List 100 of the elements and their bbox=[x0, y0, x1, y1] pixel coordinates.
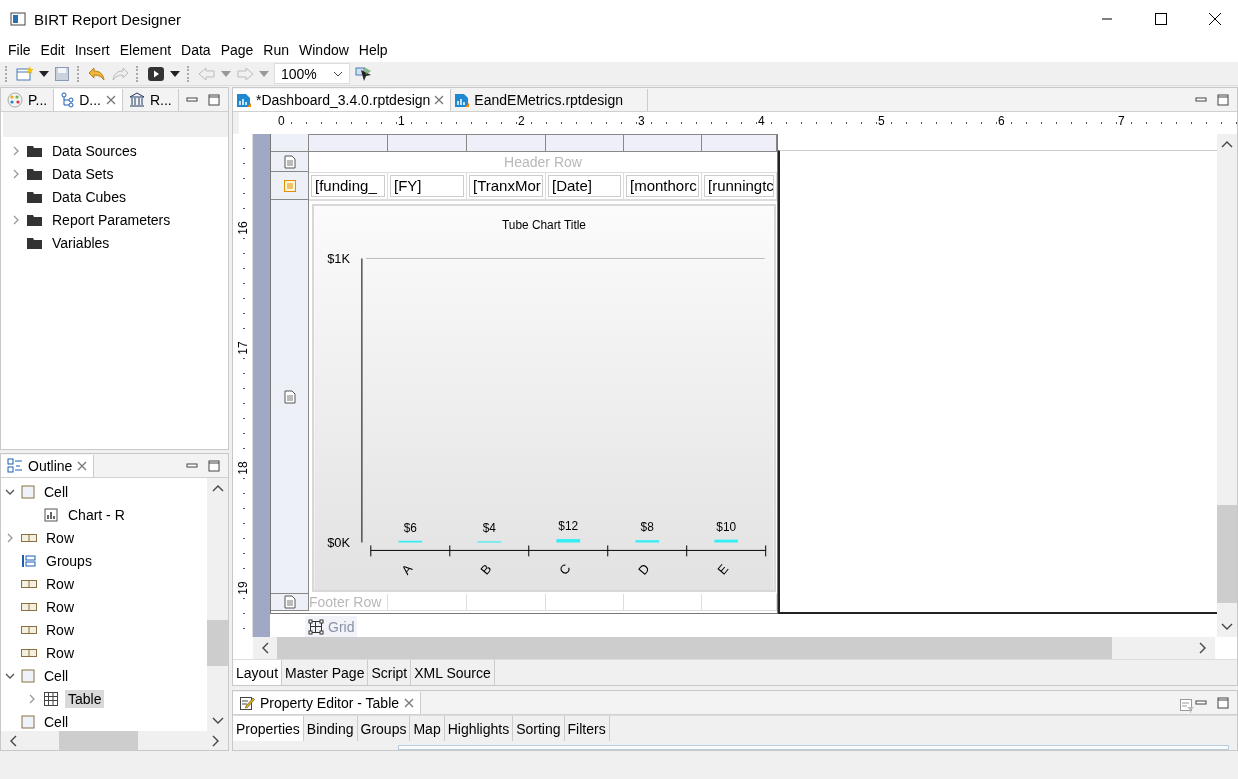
scrollbar[interactable] bbox=[207, 478, 228, 731]
scrollbar[interactable] bbox=[1217, 134, 1237, 637]
cell-icon bbox=[21, 484, 35, 499]
view-tab[interactable]: P... bbox=[1, 89, 55, 111]
row-handle[interactable] bbox=[271, 594, 309, 611]
outline-item[interactable]: Cell bbox=[41, 712, 72, 731]
value-label: $4 bbox=[482, 521, 496, 536]
tree-item[interactable]: Data Cubes bbox=[49, 187, 129, 206]
folder-icon bbox=[27, 144, 43, 157]
chevron-up-icon[interactable] bbox=[211, 484, 224, 492]
view-tab[interactable]: Outline bbox=[1, 455, 95, 477]
column-handle[interactable] bbox=[309, 134, 388, 152]
data-field[interactable]: [Date] bbox=[548, 175, 621, 197]
property-tab[interactable]: Properties bbox=[233, 716, 304, 741]
tree-item[interactable]: Report Parameters bbox=[49, 210, 174, 229]
editor-page-tab[interactable]: Master Page bbox=[282, 660, 369, 685]
detail-row-icon bbox=[282, 178, 297, 193]
outline-item[interactable]: Row bbox=[43, 528, 77, 547]
data-field[interactable]: [funding_ bbox=[311, 175, 385, 197]
menu-item[interactable]: Edit bbox=[35, 42, 70, 58]
cell-icon bbox=[21, 668, 35, 683]
close-icon[interactable] bbox=[434, 95, 445, 105]
outline-item[interactable]: Chart - R bbox=[65, 505, 128, 524]
row-handle[interactable] bbox=[271, 172, 309, 200]
tree-item[interactable]: Data Sets bbox=[49, 164, 117, 183]
menu-item[interactable]: Help bbox=[353, 42, 393, 58]
view-tab[interactable]: Property Editor - Table bbox=[233, 692, 422, 714]
scrollbar[interactable] bbox=[1, 731, 228, 750]
row-icon bbox=[21, 601, 37, 612]
outline-item[interactable]: Groups bbox=[43, 551, 95, 570]
footer-cell[interactable] bbox=[702, 594, 777, 611]
editor-page-tab[interactable]: XML Source bbox=[411, 660, 495, 685]
chevron-right-icon[interactable] bbox=[212, 734, 220, 747]
axis-label: $0K bbox=[327, 535, 350, 551]
data-field[interactable]: [monthorc bbox=[626, 175, 699, 197]
cell-icon bbox=[21, 714, 35, 729]
save-icon[interactable] bbox=[54, 65, 70, 82]
data-field[interactable]: [FY] bbox=[390, 175, 464, 197]
chevron-left-icon[interactable] bbox=[261, 642, 269, 654]
chevron-right-icon[interactable] bbox=[1199, 642, 1207, 654]
chevron-up-icon[interactable] bbox=[1221, 140, 1233, 148]
outline-item[interactable]: Row bbox=[43, 620, 77, 639]
menu-item[interactable]: Run bbox=[258, 42, 295, 58]
outline-item[interactable]: Cell bbox=[41, 666, 72, 685]
close-icon[interactable] bbox=[106, 95, 116, 105]
category-label: E bbox=[714, 561, 732, 578]
scroll-thumb[interactable] bbox=[59, 731, 138, 750]
tree-item[interactable]: Data Sources bbox=[49, 141, 140, 160]
column-handle[interactable] bbox=[624, 134, 702, 152]
row-handle[interactable] bbox=[271, 134, 309, 152]
view-tab[interactable]: R... bbox=[123, 89, 179, 111]
footer-cell[interactable] bbox=[467, 594, 546, 611]
footer-cell[interactable] bbox=[546, 594, 624, 611]
close-icon[interactable] bbox=[404, 698, 415, 708]
menu-item[interactable]: Data bbox=[176, 42, 216, 58]
column-handle[interactable] bbox=[702, 134, 777, 152]
menu-item[interactable]: Page bbox=[215, 42, 259, 58]
tree-item[interactable]: Variables bbox=[49, 233, 113, 252]
undo-icon[interactable] bbox=[88, 65, 106, 82]
zoom-combo[interactable]: 100% bbox=[274, 63, 350, 84]
scroll-thumb[interactable] bbox=[1217, 505, 1237, 603]
view-tab[interactable]: D... bbox=[54, 89, 123, 111]
row-handle[interactable] bbox=[271, 152, 309, 172]
filter-icon[interactable] bbox=[1179, 698, 1195, 714]
pointer-icon[interactable] bbox=[355, 65, 373, 82]
outline-item[interactable]: Table bbox=[65, 689, 105, 708]
close-icon[interactable] bbox=[77, 461, 88, 471]
data-field[interactable]: [TranxMor bbox=[469, 175, 543, 197]
ruler-number: 18 bbox=[235, 461, 250, 475]
column-handle[interactable] bbox=[546, 134, 624, 152]
footer-cell[interactable] bbox=[624, 594, 702, 611]
caret-icon[interactable] bbox=[39, 70, 49, 77]
chart-icon bbox=[43, 506, 59, 523]
outline-item[interactable]: Row bbox=[43, 643, 77, 662]
column-handle[interactable] bbox=[467, 134, 546, 152]
chevron-down-icon[interactable] bbox=[1221, 623, 1233, 631]
column-handle[interactable] bbox=[388, 134, 467, 152]
editor-page-tab[interactable]: Script bbox=[368, 660, 412, 685]
editor-page-tab[interactable]: Layout bbox=[233, 660, 283, 685]
row-icon bbox=[21, 624, 37, 635]
menu-item[interactable]: File bbox=[3, 42, 36, 58]
menu-item[interactable]: Window bbox=[294, 42, 354, 58]
footer-cell[interactable] bbox=[388, 594, 467, 611]
menu-item[interactable]: Element bbox=[114, 42, 177, 58]
outline-item[interactable]: Row bbox=[43, 597, 77, 616]
editor-tab[interactable]: EandEMetrics.rptdesign bbox=[451, 89, 648, 111]
outline-item[interactable]: Row bbox=[43, 574, 77, 593]
chevron-down-icon[interactable] bbox=[211, 717, 224, 725]
run-icon[interactable] bbox=[147, 65, 165, 82]
chevron-left-icon[interactable] bbox=[9, 734, 17, 747]
data-field[interactable]: [runningtc bbox=[704, 175, 774, 197]
row-handle[interactable] bbox=[271, 200, 309, 594]
editor-tab[interactable]: *Dashboard_3.4.0.rptdesign bbox=[233, 89, 452, 111]
outline-item[interactable]: Cell bbox=[41, 482, 72, 501]
report-table[interactable]: Header Row [funding_ [FY] [TranxMor [Date] [monthorc [runningtc Tube Chart Title $1K $0K A B C D E $6 $4 $12 $8 $10 Footer Row bbox=[270, 134, 778, 614]
caret-icon[interactable] bbox=[170, 70, 180, 77]
new-report-icon[interactable] bbox=[16, 65, 34, 82]
scroll-thumb[interactable] bbox=[207, 620, 228, 666]
redo-icon[interactable] bbox=[111, 65, 129, 82]
menu-item[interactable]: Insert bbox=[69, 42, 115, 58]
